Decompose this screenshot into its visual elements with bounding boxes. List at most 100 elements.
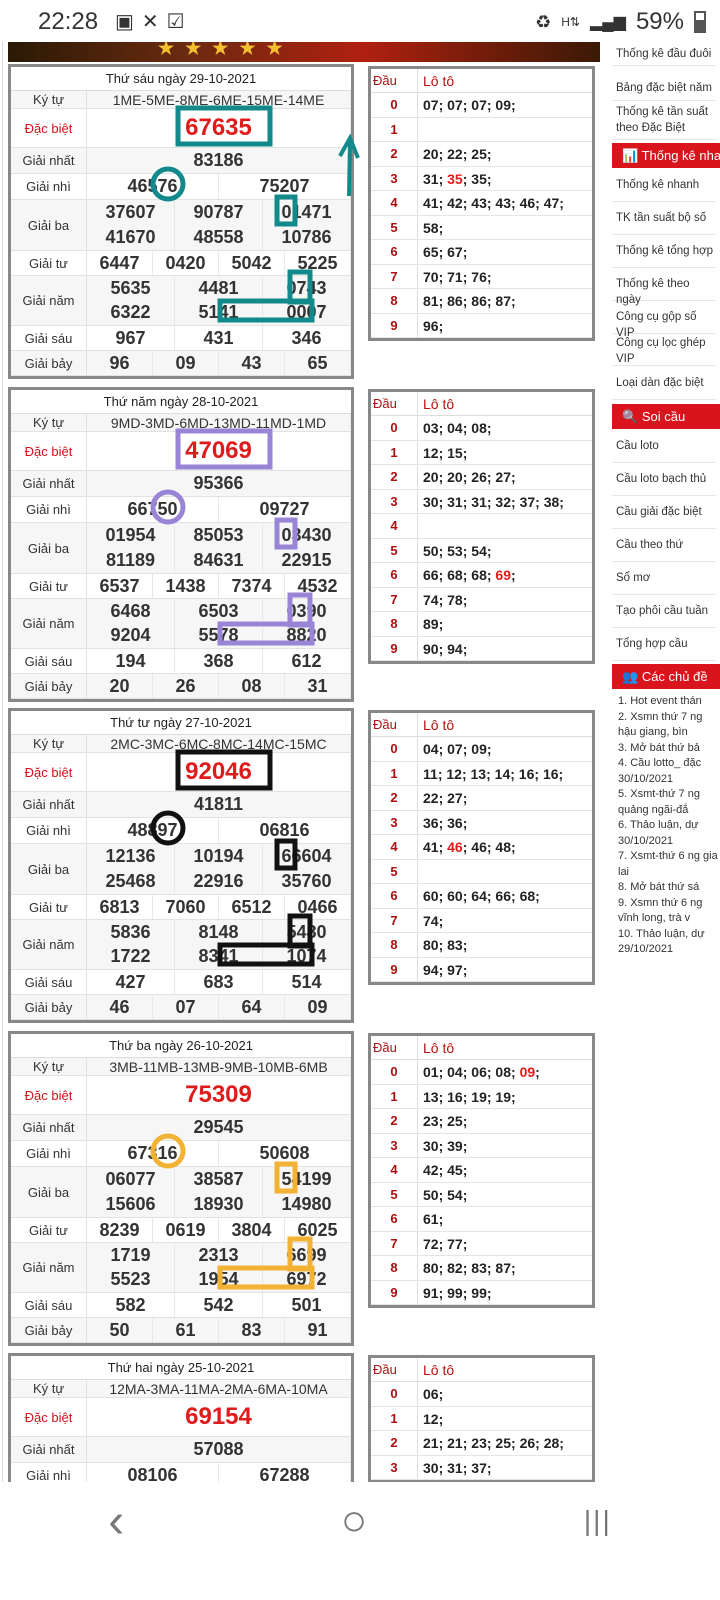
loto-separator: ; (438, 1113, 448, 1129)
loto-row: 4 (371, 514, 592, 539)
loto-separator: ; (462, 839, 472, 855)
loto-separator: ; (438, 542, 448, 559)
sidebar-link[interactable]: Thống kê tần suất theo Đặc Biệt (612, 100, 716, 140)
loto-row: 7 72; 77; (371, 1231, 592, 1256)
loto-number: 27 (447, 790, 463, 806)
loto-number: 46 (471, 839, 487, 855)
loto-row: 0 04; 07; 09; (371, 737, 592, 762)
prize-values: 96 09 43 65 (87, 351, 351, 375)
prize-label: Giải nhất (11, 471, 87, 496)
sidebar-link[interactable]: Công cụ gộp số VIP (612, 301, 716, 339)
loto-numbers: 30; 31; 37; (418, 1456, 592, 1480)
loto-number: 13 (423, 1088, 439, 1105)
sidebar-link[interactable]: Thống kê nhanh (612, 169, 716, 202)
loto-number: 03 (423, 420, 439, 436)
sidebar-link[interactable]: Thống kê đầu đuôi (612, 42, 716, 66)
loto-dau: 5 (371, 215, 418, 239)
sidebar-link[interactable]: Loại dàn đặc biệt (612, 367, 716, 400)
sidebar-section-thong-ke: 📊 Thống kê nhanh (612, 143, 720, 168)
loto-number: 54 (471, 542, 487, 559)
loto-dau: 4 (371, 1158, 418, 1182)
loto-separator: ; (462, 195, 472, 211)
sidebar-link[interactable]: Tạo phôi cầu tuần (612, 595, 716, 628)
prize-number: 22916 (175, 869, 263, 894)
topic-link[interactable]: 6. Thảo luận, dự 30/10/2021 (618, 818, 718, 849)
loto-separator: ; (559, 195, 564, 211)
loto-dau: 5 (371, 1182, 418, 1206)
sidebar-link[interactable]: Tổng hợp cầu (612, 628, 716, 661)
back-button[interactable]: ‹ (108, 1494, 124, 1549)
topic-link[interactable]: 8. Mở bát thứ sá (618, 880, 718, 896)
loto-number: 26 (519, 1435, 536, 1451)
home-button[interactable]: ○ (341, 1496, 368, 1546)
loto-separator: ; (438, 1211, 444, 1227)
ad-banner[interactable]: ★ ★ ★ ★ ★ (8, 42, 600, 62)
loto-header: Đầu Lô tô (371, 1036, 592, 1060)
prize-values: 92046 (87, 753, 351, 791)
prize-values: 69154 (87, 1398, 351, 1436)
prize-row-giai-sau: Giải sáu 194 368 612 (11, 649, 351, 674)
loto-dau: 2 (371, 1431, 418, 1455)
sidebar-link[interactable]: Thống kê theo ngày (612, 268, 716, 306)
prize-row-giai-nhi: Giải nhì 48897 06816 (11, 818, 351, 844)
sidebar-link[interactable]: Cầu theo thứ (612, 529, 716, 562)
prize-number: 3804 (219, 1218, 285, 1242)
topic-link[interactable]: 2. Xsmn thứ 7 ng hậu giang, bìn (618, 710, 718, 741)
loto-separator: ; (438, 170, 448, 187)
loto-number: 09 (471, 741, 487, 757)
result-table: Thứ tư ngày 27-10-2021 Ký tự 2MC-3MC-6MC-8… (8, 708, 354, 1023)
prize-number: 194 (87, 649, 175, 673)
loto-number: 53 (447, 542, 463, 559)
loto-dau: 5 (371, 859, 418, 883)
topic-link[interactable]: 10. Thảo luận, dự 29/10/2021 (618, 927, 718, 958)
prize-number: 5523 (87, 1267, 175, 1292)
sidebar-link[interactable]: Thống kê tổng hợp (612, 235, 716, 268)
loto-number: 69 (495, 567, 511, 583)
loto-row: 2 20; 22; 25; (371, 142, 592, 167)
sidebar-link[interactable]: Bảng đặc biệt năm (612, 76, 716, 101)
topic-link[interactable]: 4. Cầu lotto_ đặc 30/10/2021 (618, 756, 718, 787)
loto-number: 30 (423, 1137, 439, 1154)
sidebar-link[interactable]: Cầu loto (612, 430, 716, 463)
prize-number: 22915 (263, 548, 351, 573)
prize-label: Đặc biệt (11, 432, 87, 470)
prize-label: Giải bảy (11, 351, 87, 375)
loto-dau: 3 (371, 1455, 418, 1479)
loto-separator: ; (462, 888, 472, 904)
sidebar-link[interactable]: Cầu loto bạch thủ (612, 463, 716, 496)
topic-link[interactable]: 5. Xsmt-thứ 7 ng quảng ngãi-đắ (618, 787, 718, 818)
topic-link[interactable]: 3. Mở bát thứ bả (618, 741, 718, 757)
sidebar-link[interactable]: TK tần suất bộ số (612, 202, 716, 235)
sidebar-link[interactable]: Sổ mơ (612, 562, 716, 595)
battery-percent: 59% (635, 8, 684, 35)
loto-dau: 2 (371, 1109, 418, 1133)
prize-number: 08 (219, 674, 285, 698)
loto-separator: ; (462, 542, 472, 559)
topic-link[interactable]: 7. Xsmt-thứ 6 ng gia lai (618, 849, 718, 880)
sidebar-link[interactable]: Cầu giải đặc biệt (612, 496, 716, 529)
topic-link[interactable]: 9. Xsmn thứ 6 ng vĩnh long, trà v (618, 896, 718, 927)
loto-number: 65 (423, 244, 439, 260)
loto-number: 20 (423, 469, 439, 485)
loto-number: 04 (447, 420, 463, 436)
prize-values: 5836 8148 5480 1722 8341 1074 (87, 920, 351, 969)
loto-separator: ; (462, 1260, 472, 1276)
result-table: Thứ năm ngày 28-10-2021 Ký tự 9MD-3MD-6MD-… (8, 387, 354, 702)
topic-link[interactable]: 1. Hot event thán (618, 694, 718, 710)
loto-separator: ; (438, 1064, 448, 1080)
loto-separator: ; (511, 195, 520, 211)
loto-col-loto: Lô tô (423, 717, 455, 733)
recents-button[interactable]: ||| (584, 1505, 612, 1537)
prize-label: Giải nhì (11, 497, 87, 522)
loto-table: Đầu Lô tô 0 06; 1 12; 2 21; 21; 23; 25; 26; 28;… (368, 1355, 595, 1483)
divider (2, 42, 3, 1482)
prize-number: 69154 (87, 1398, 351, 1436)
loto-number: 31 (471, 493, 487, 510)
loto-dau: 7 (371, 587, 418, 611)
prize-number: 48897 (87, 818, 219, 843)
loto-row: 0 01; 04; 06; 08; 09; (371, 1060, 592, 1085)
sidebar-link[interactable]: Công cụ lọc ghép VIP (612, 333, 716, 366)
loto-separator: ; (462, 170, 472, 187)
prize-label: Ký tự (11, 735, 87, 752)
prize-row-dac-biet: Đặc biệt 92046 (11, 753, 351, 792)
